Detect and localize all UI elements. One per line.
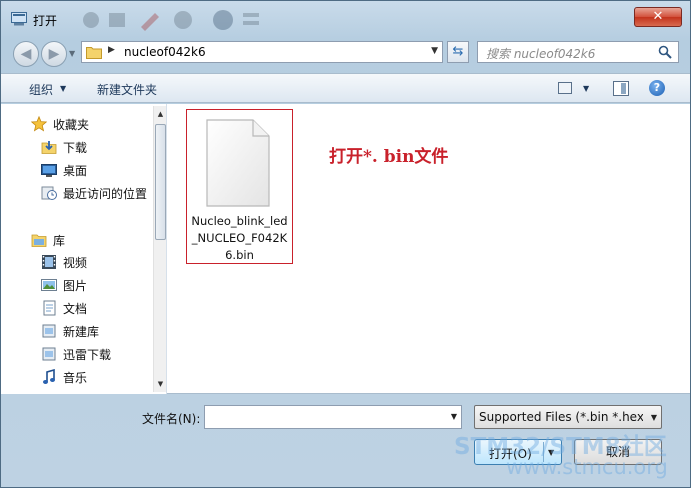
sidebar-item-label: 桌面 [63, 163, 88, 178]
breadcrumb-current-folder[interactable]: nucleof042k6 [124, 45, 206, 59]
desktop-icon [41, 164, 57, 177]
sidebar-item-label: 收藏夹 [53, 117, 90, 132]
dialog-title: 打开 [33, 14, 58, 28]
address-dropdown-icon[interactable]: ▼ [431, 46, 438, 56]
sidebar-item-recent-places[interactable]: 最近访问的位置 [41, 183, 147, 203]
command-toolbar: 组织 ▼ 新建文件夹 ▼ ? [1, 73, 690, 103]
sidebar-item-label: 新建库 [63, 324, 100, 339]
change-view-icon[interactable] [558, 82, 572, 94]
navigation-pane-scrollbar[interactable]: ▲ ▼ [153, 106, 166, 392]
background-taskbar-ghost-icons [83, 10, 259, 31]
organize-dropdown-icon[interactable]: ▼ [60, 84, 66, 93]
sidebar-item-label: 图片 [63, 278, 88, 293]
sidebar-item-favorites[interactable]: 收藏夹 [31, 114, 89, 134]
forward-button[interactable]: ▶ [41, 41, 67, 67]
sidebar-item-desktop[interactable]: 桌面 [41, 160, 87, 180]
download-folder-icon [41, 141, 57, 154]
favorites-star-icon [31, 116, 47, 132]
refresh-icon: ⇆ [452, 44, 464, 59]
sidebar-item-label: 迅雷下载 [63, 347, 112, 362]
sidebar-item-label: 最近访问的位置 [63, 186, 148, 201]
dialog-app-icon [11, 12, 27, 26]
file-type-dropdown-icon[interactable]: ▼ [651, 413, 657, 422]
documents-library-icon [43, 300, 56, 316]
scroll-down-arrow-icon[interactable]: ▼ [154, 378, 167, 390]
preview-pane-icon[interactable] [613, 81, 629, 96]
dialog-body: 收藏夹 下载 桌面 最近访问的位置 库 视频 图片 文档 新建库 迅雷下载 音乐… [1, 104, 690, 394]
sidebar-item-music[interactable]: 音乐 [41, 367, 87, 387]
sidebar-item-pictures[interactable]: 图片 [41, 275, 87, 295]
sidebar-item-documents[interactable]: 文档 [41, 298, 87, 318]
pictures-library-icon [41, 279, 57, 291]
sidebar-item-downloads[interactable]: 下载 [41, 137, 87, 157]
filename-field[interactable]: ▼ [204, 405, 462, 429]
new-library-icon [42, 324, 56, 338]
folder-icon [86, 47, 102, 59]
new-folder-button[interactable]: 新建文件夹 [97, 81, 157, 98]
music-library-icon [43, 369, 55, 384]
sidebar-item-label: 音乐 [63, 370, 88, 385]
navigation-pane: 收藏夹 下载 桌面 最近访问的位置 库 视频 图片 文档 新建库 迅雷下载 音乐… [1, 104, 167, 394]
sidebar-item-label: 文档 [63, 301, 88, 316]
sidebar-item-label: 库 [53, 233, 66, 248]
scroll-up-arrow-icon[interactable]: ▲ [154, 108, 167, 120]
title-bar[interactable]: 打开 ✕ [1, 1, 690, 37]
back-button[interactable]: ◀ [13, 41, 39, 67]
instruction-annotation: 打开*. bin文件 [329, 147, 449, 167]
forward-arrow-icon: ▶ [48, 46, 60, 62]
sidebar-item-libraries[interactable]: 库 [31, 230, 65, 250]
refresh-button[interactable]: ⇆ [447, 41, 469, 63]
generic-file-icon [206, 119, 270, 207]
filename-dropdown-icon[interactable]: ▼ [451, 412, 457, 421]
help-icon[interactable]: ? [649, 80, 665, 96]
view-options-dropdown-icon[interactable]: ▼ [583, 84, 589, 93]
search-box[interactable]: 搜索 nucleof042k6 [477, 41, 679, 63]
organize-menu-button[interactable]: 组织 [29, 81, 53, 98]
scrollbar-thumb[interactable] [155, 124, 166, 240]
breadcrumb-chevron-icon[interactable]: ▶ [108, 45, 115, 55]
address-bar[interactable]: ▶ nucleof042k6 ▼ [81, 41, 443, 63]
search-icon[interactable] [658, 45, 672, 59]
search-input[interactable]: 搜索 nucleof042k6 [486, 45, 595, 62]
sidebar-item-thunder-downloads[interactable]: 迅雷下载 [41, 344, 111, 364]
close-button[interactable]: ✕ [634, 7, 682, 27]
sidebar-item-label: 视频 [63, 255, 88, 270]
recent-places-icon [41, 186, 57, 200]
sidebar-item-new-library[interactable]: 新建库 [41, 321, 99, 341]
filename-label: 文件名(N): [142, 412, 201, 426]
file-type-value[interactable]: Supported Files (*.bin *.hex * [479, 410, 643, 424]
file-name-label: Nucleo_blink_led_NUCLEO_F042K6.bin [191, 214, 288, 262]
thunder-download-icon [42, 347, 56, 361]
recent-locations-dropdown-icon[interactable]: ▼ [69, 49, 75, 58]
back-arrow-icon: ◀ [20, 46, 32, 62]
open-file-dialog: 打开 ✕ ◀ ▶ ▼ ▶ nucleof042k6 ▼ ⇆ 搜索 nucleof… [0, 0, 691, 488]
file-type-select[interactable]: Supported Files (*.bin *.hex * ▼ [474, 405, 662, 429]
watermark-url: www.stmcu.org [506, 455, 668, 479]
file-item[interactable]: Nucleo_blink_led_NUCLEO_F042K6.bin [186, 109, 293, 264]
navigation-bar: ◀ ▶ ▼ ▶ nucleof042k6 ▼ ⇆ 搜索 nucleof042k6 [1, 39, 690, 67]
sidebar-item-label: 下载 [63, 140, 88, 155]
sidebar-item-videos[interactable]: 视频 [41, 252, 87, 272]
video-library-icon [42, 255, 56, 269]
libraries-icon [31, 234, 47, 247]
